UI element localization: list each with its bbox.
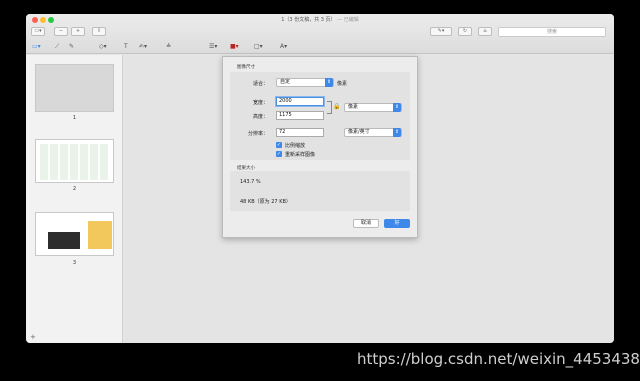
border-color-icon[interactable]: ■▾	[230, 43, 239, 51]
scale-proportionally-label: 比例缩放	[285, 143, 306, 149]
page-thumbnail-1[interactable]	[35, 64, 114, 112]
page-number-3: 3	[72, 260, 77, 266]
page-number-2: 2	[72, 186, 77, 192]
fill-color-icon[interactable]: □▾	[254, 43, 263, 51]
lock-icon[interactable]: 🔒	[333, 103, 340, 110]
sign-tool-icon[interactable]: ✍▾	[139, 43, 147, 51]
width-label: 宽度：	[252, 100, 268, 106]
page-thumbnail-2[interactable]	[35, 139, 114, 183]
fit-value: 自定	[280, 79, 291, 85]
resolution-unit-value: 像素/英寸	[348, 129, 370, 135]
watermark-url: https://blog.csdn.net/weixin_44534381	[357, 350, 640, 368]
lasso-tool-icon[interactable]: ⟋	[55, 43, 59, 51]
page-number-1: 1	[72, 115, 77, 121]
edited-status: — 已编辑	[337, 17, 359, 23]
image-size-panel: 适合： 自定 ⇕ 像素 宽度： 2000 高度： 1175 🔒 像素 ⇕ 分辨率…	[230, 72, 410, 160]
size-unit-value: 像素	[348, 104, 359, 110]
resolution-unit-select[interactable]: 像素/英寸 ⇕	[344, 128, 402, 137]
resample-image-checkbox[interactable]: ✓	[276, 151, 282, 157]
thumbnail-content	[40, 144, 110, 180]
result-size-panel: 143.7 % 48 KB（原为 27 KB）	[230, 171, 410, 211]
chevron-updown-icon: ⇕	[325, 78, 333, 87]
window-title: 1（3 份文稿，共 3 页） — 已编辑	[26, 16, 614, 23]
selection-tool-icon[interactable]: ▭▾	[32, 43, 41, 51]
resolution-field[interactable]: 72	[276, 128, 324, 137]
sketch-tool-icon[interactable]: ✎	[69, 43, 74, 51]
height-field[interactable]: 1175	[276, 111, 324, 120]
resample-image-label: 重新采样图像	[285, 152, 316, 158]
sidebar-toggle-button[interactable]: ▭▾	[31, 27, 45, 36]
add-page-button[interactable]: +	[30, 333, 36, 341]
cancel-button[interactable]: 取消	[353, 219, 379, 228]
thumbnail-sidebar: 1 2 3 +	[26, 55, 123, 343]
adjust-color-icon[interactable]: ≙	[166, 43, 171, 51]
zoom-out-button[interactable]: −	[54, 27, 68, 36]
fit-unit: 像素	[337, 81, 348, 87]
width-field[interactable]: 2000	[276, 97, 324, 106]
result-percent: 143.7 %	[240, 179, 261, 185]
toolbox-button[interactable]: ⌂	[478, 27, 492, 36]
resolution-label: 分辨率：	[247, 131, 268, 137]
share-button[interactable]: ⇧	[92, 27, 106, 36]
image-size-label: 图像尺寸	[237, 65, 255, 70]
fit-select[interactable]: 自定 ⇕	[276, 78, 334, 87]
zoom-in-button[interactable]: +	[71, 27, 85, 36]
size-unit-select[interactable]: 像素 ⇕	[344, 103, 402, 112]
adjust-size-dialog: 图像尺寸 适合： 自定 ⇕ 像素 宽度： 2000 高度： 1175 🔒 像素 …	[222, 56, 418, 238]
text-tool-icon[interactable]: T	[124, 43, 128, 51]
height-label: 高度：	[252, 114, 268, 120]
fit-label: 适合：	[252, 81, 268, 87]
titlebar: 1（3 份文稿，共 3 页） — 已编辑 ▭▾ − + ⇧ ✎▾ ↻ ⌂ 搜索 …	[26, 14, 614, 54]
thumbnail-content	[48, 232, 80, 249]
page-thumbnail-3[interactable]	[35, 212, 114, 256]
chevron-updown-icon: ⇕	[393, 103, 401, 112]
result-file-size: 48 KB（原为 27 KB）	[240, 199, 291, 205]
search-input[interactable]: 搜索	[498, 27, 606, 37]
scale-proportionally-checkbox[interactable]: ✓	[276, 142, 282, 148]
thumbnail-content	[88, 221, 112, 249]
rotate-button[interactable]: ↻	[458, 27, 472, 36]
text-style-icon[interactable]: A▾	[280, 43, 287, 51]
shape-style-icon[interactable]: ☰▾	[209, 43, 217, 51]
ok-button[interactable]: 好	[384, 219, 410, 228]
title-text: 1（3 份文稿，共 3 页）	[281, 17, 336, 23]
link-bracket	[327, 101, 332, 114]
markup-pen-button[interactable]: ✎▾	[430, 27, 452, 36]
chevron-updown-icon: ⇕	[393, 128, 401, 137]
shapes-tool-icon[interactable]: ◇▾	[99, 43, 107, 51]
